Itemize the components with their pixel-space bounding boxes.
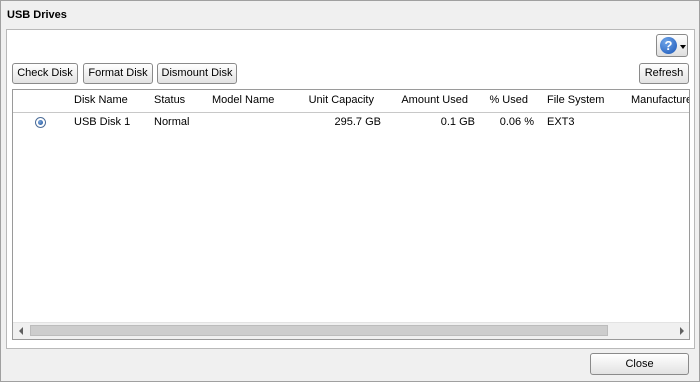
column-header-status[interactable]: Status	[154, 90, 204, 111]
refresh-button[interactable]: Refresh	[639, 63, 689, 84]
table-header: Disk Name Status Model Name Unit Capacit…	[13, 90, 689, 113]
usb-drives-window: USB Drives ? Check Disk Format Disk Dism…	[0, 0, 700, 382]
chevron-down-icon	[680, 45, 686, 49]
radio-selected-icon[interactable]	[35, 117, 46, 128]
cell-manufacture	[631, 112, 689, 133]
cell-unit-capacity: 295.7 GB	[334, 116, 381, 128]
cell-amount-used: 0.1 GB	[440, 116, 475, 128]
dismount-disk-button[interactable]: Dismount Disk	[157, 63, 237, 84]
radio-dot	[38, 120, 43, 125]
usb-drives-table: Disk Name Status Model Name Unit Capacit…	[12, 89, 690, 340]
column-header-model-name[interactable]: Model Name	[212, 90, 292, 111]
close-button[interactable]: Close	[590, 353, 689, 375]
column-header-manufacture[interactable]: Manufacture	[631, 90, 689, 111]
help-menu-button[interactable]: ?	[656, 34, 688, 57]
column-header-unit-capacity[interactable]: Unit Capacity	[295, 90, 374, 111]
help-icon: ?	[660, 37, 677, 54]
scroll-left-arrow-icon[interactable]	[19, 327, 23, 335]
usb-drives-panel: ? Check Disk Format Disk Dismount Disk R…	[6, 29, 695, 349]
table-row[interactable]: USB Disk 1 Normal 295.7 GB 0.1 GB 0.06 %…	[13, 112, 689, 133]
column-header-amount-used[interactable]: Amount Used	[388, 90, 468, 111]
column-header-percent-used[interactable]: % Used	[478, 90, 528, 111]
check-disk-button[interactable]: Check Disk	[12, 63, 78, 84]
cell-model-name	[212, 112, 292, 133]
scroll-right-arrow-icon[interactable]	[680, 327, 684, 335]
cell-percent-used: 0.06 %	[499, 116, 534, 128]
column-header-file-system[interactable]: File System	[547, 90, 617, 111]
window-title: USB Drives	[7, 9, 67, 21]
horizontal-scrollbar[interactable]	[13, 322, 689, 339]
cell-file-system: EXT3	[547, 116, 575, 128]
cell-disk-name: USB Disk 1	[74, 116, 131, 128]
column-header-disk-name[interactable]: Disk Name	[74, 90, 148, 111]
cell-status: Normal	[154, 116, 190, 128]
scrollbar-thumb[interactable]	[30, 325, 608, 336]
format-disk-button[interactable]: Format Disk	[83, 63, 153, 84]
